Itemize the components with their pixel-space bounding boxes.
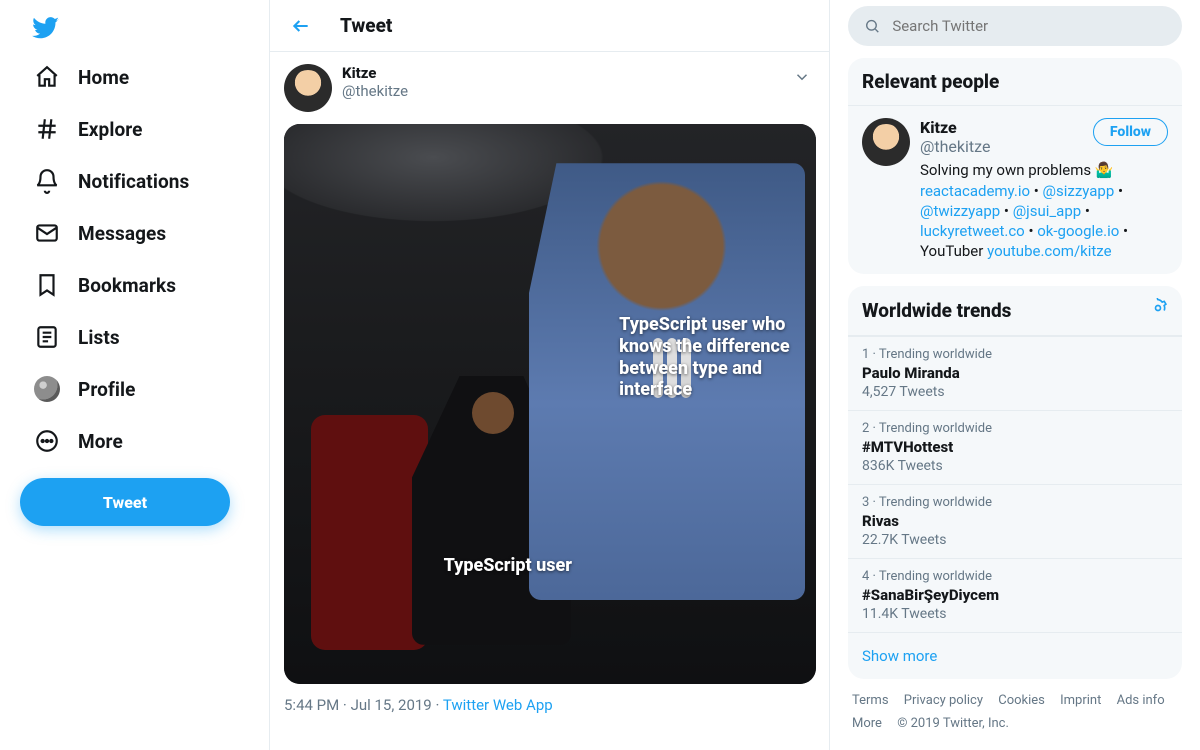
search-box[interactable] [848,6,1182,46]
trend-item[interactable]: 4 · Trending worldwide #SanaBirŞeyDiycem 1… [848,558,1182,632]
sidebar-item-label: Explore [78,118,143,141]
column-header: Tweet [270,0,829,52]
trend-sub: 1 · Trending worldwide [862,347,1168,362]
mail-icon [34,220,60,246]
sidebar-item-label: Bookmarks [78,274,176,297]
trend-title: #SanaBirŞeyDiycem [862,586,1168,604]
relevant-person: Kitze @thekitze Follow Solving my own pr… [848,106,1182,274]
trends-card: Worldwide trends 1 · Trending worldwide P… [848,286,1182,679]
person-handle[interactable]: @thekitze [920,137,990,156]
footer-link[interactable]: Cookies [998,693,1045,708]
tweet-meta: 5:44 PM · Jul 15, 2019 · Twitter Web App [284,696,815,714]
trends-heading: Worldwide trends [862,299,1011,322]
search-icon [864,17,880,35]
sidebar-item-messages[interactable]: Messages [20,210,269,256]
trend-item[interactable]: 1 · Trending worldwide Paulo Miranda 4,527… [848,336,1182,410]
trends-settings-button[interactable] [1148,298,1168,323]
trend-title: Paulo Miranda [862,364,1168,382]
sidebar-item-notifications[interactable]: Notifications [20,158,269,204]
trends-show-more[interactable]: Show more [848,632,1182,679]
twitter-logo-icon[interactable] [20,6,72,50]
bio-link[interactable]: youtube.com/kitze [987,242,1112,260]
follow-button[interactable]: Follow [1093,118,1168,146]
right-column: Relevant people Kitze @thekitze Follow S… [830,0,1200,750]
home-icon [34,64,60,90]
author-handle[interactable]: @thekitze [342,82,408,100]
trend-item[interactable]: 2 · Trending worldwide #MTVHottest 836K Tw… [848,410,1182,484]
sidebar-item-lists[interactable]: Lists [20,314,269,360]
search-input[interactable] [892,17,1166,35]
relevant-heading: Relevant people [848,58,1182,106]
bio-link[interactable]: @twizzyapp [920,202,1000,220]
sidebar-item-explore[interactable]: Explore [20,106,269,152]
list-icon [34,324,60,350]
sidebar-item-label: More [78,430,123,453]
tweet-caret-button[interactable] [789,64,815,94]
bio-link[interactable]: ok-google.io [1037,222,1119,240]
sidebar-item-home[interactable]: Home [20,54,269,100]
trend-count: 836K Tweets [862,458,1168,474]
trend-sub: 3 · Trending worldwide [862,495,1168,510]
bio-link[interactable]: @jsui_app [1013,202,1082,220]
trend-count: 22.7K Tweets [862,532,1168,548]
compose-tweet-button[interactable]: Tweet [20,478,230,526]
trend-sub: 2 · Trending worldwide [862,421,1168,436]
page-title: Tweet [340,14,392,37]
footer-link[interactable]: More [852,716,882,731]
footer-link[interactable]: Imprint [1060,693,1101,708]
trend-title: Rivas [862,512,1168,530]
avatar-icon [34,376,60,402]
trend-item[interactable]: 3 · Trending worldwide Rivas 22.7K Tweets [848,484,1182,558]
trend-title: #MTVHottest [862,438,1168,456]
sidebar-item-label: Home [78,66,129,89]
bio-link[interactable]: @sizzyapp [1043,182,1115,200]
more-icon [34,428,60,454]
sidebar-item-profile[interactable]: Profile [20,366,269,412]
footer-link[interactable]: Privacy policy [904,693,983,708]
footer-copyright: © 2019 Twitter, Inc. [897,716,1009,731]
bookmark-icon [34,272,60,298]
bio-link[interactable]: reactacademy.io [920,182,1030,200]
footer-link[interactable]: Ads info [1117,693,1165,708]
sidebar-item-bookmarks[interactable]: Bookmarks [20,262,269,308]
trend-count: 4,527 Tweets [862,384,1168,400]
sidebar-item-label: Profile [78,378,135,401]
bell-icon [34,168,60,194]
sidebar-item-label: Lists [78,326,120,349]
bio-link[interactable]: luckyretweet.co [920,222,1025,240]
tweet: Kitze @thekitze TypeScript user who know… [270,52,829,728]
trend-sub: 4 · Trending worldwide [862,569,1168,584]
person-bio: Solving my own problems 🤷‍♂️ reactacadem… [920,160,1168,261]
image-caption-novice: TypeScript user [444,555,572,577]
trend-count: 11.4K Tweets [862,606,1168,622]
person-avatar[interactable] [862,118,910,166]
author-avatar[interactable] [284,64,332,112]
footer-link[interactable]: Terms [852,693,889,708]
sidebar-item-label: Notifications [78,170,189,193]
tweet-source[interactable]: Twitter Web App [443,696,553,714]
hash-icon [34,116,60,142]
tweet-timestamp[interactable]: 5:44 PM · Jul 15, 2019 [284,696,432,714]
sidebar-item-more[interactable]: More [20,418,269,464]
author-name[interactable]: Kitze [342,64,408,82]
back-button[interactable] [284,9,318,43]
person-name[interactable]: Kitze [920,118,990,137]
sidebar-item-label: Messages [78,222,166,245]
main-column: Tweet Kitze @thekitze TypeScript user wh… [270,0,830,750]
sidebar: Home Explore Notifications Messages Book… [0,0,270,750]
image-caption-expert: TypeScript user who knows the difference… [619,314,805,400]
relevant-people-card: Relevant people Kitze @thekitze Follow S… [848,58,1182,274]
tweet-image[interactable]: TypeScript user who knows the difference… [284,124,816,684]
footer: Terms Privacy policy Cookies Imprint Ads… [848,679,1182,746]
